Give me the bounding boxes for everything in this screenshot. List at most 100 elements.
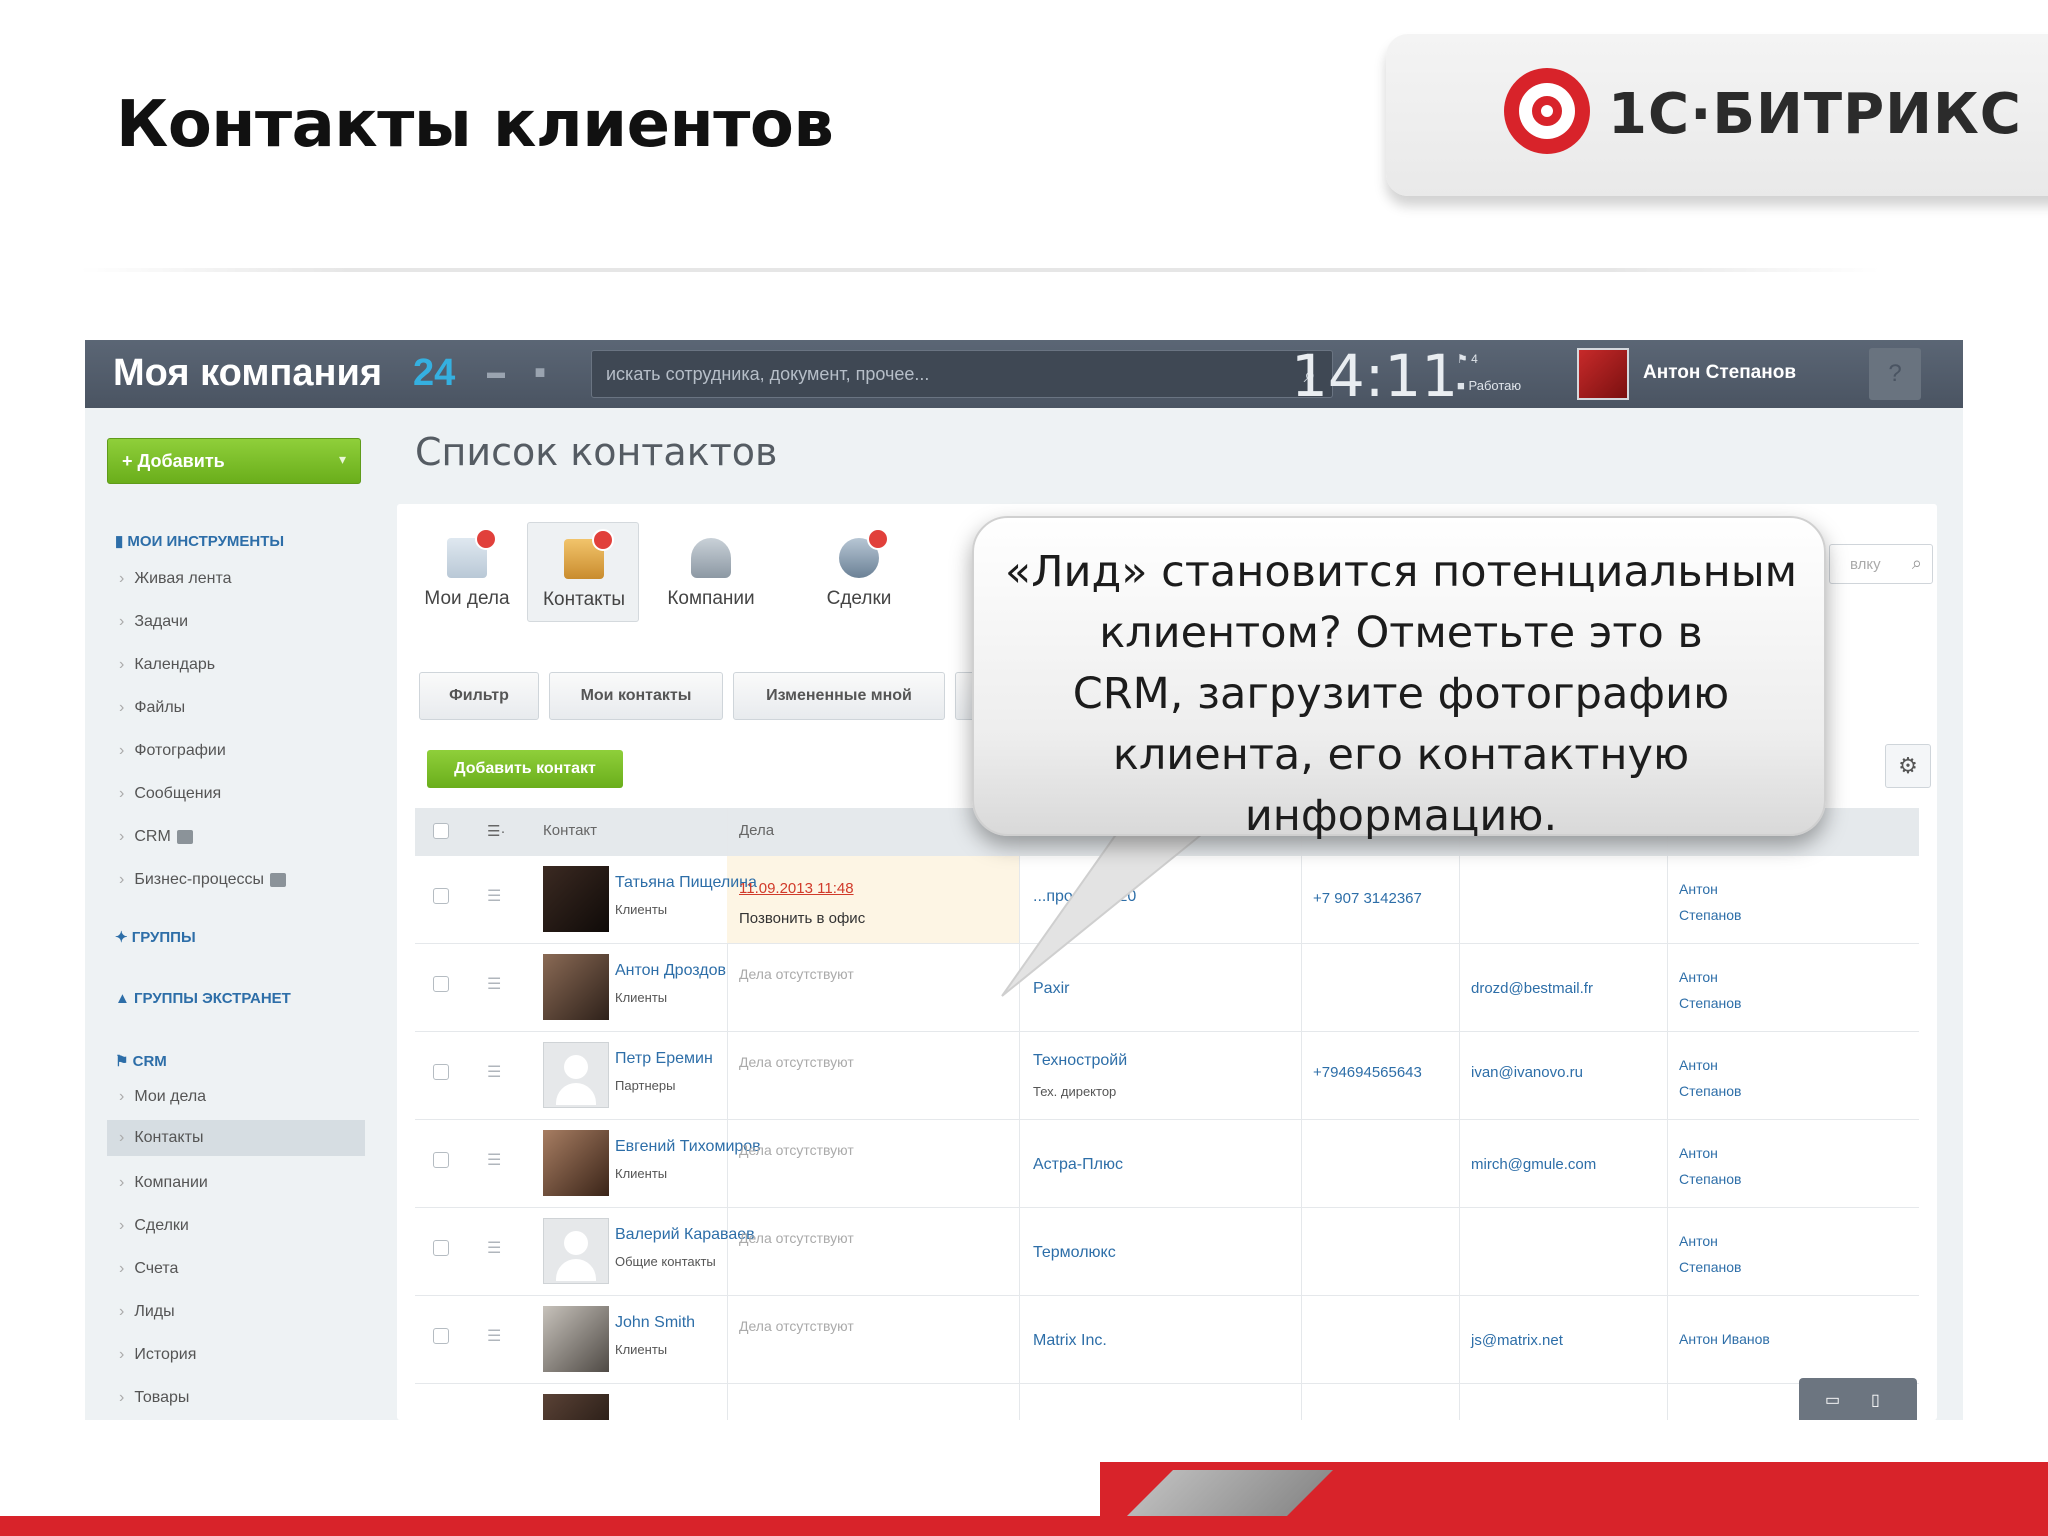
sidebar-item-crm[interactable]: CRM	[119, 828, 193, 846]
company-link[interactable]: Matrix Inc.	[1033, 1332, 1107, 1350]
column-deals[interactable]: Дела	[739, 822, 774, 839]
contact-photo[interactable]	[543, 1306, 609, 1372]
contact-name[interactable]: John Smith	[615, 1314, 695, 1332]
tile-my-tasks[interactable]: Мои дела	[411, 522, 523, 622]
avatar[interactable]	[1577, 348, 1629, 400]
contact-photo-placeholder[interactable]	[543, 1218, 609, 1284]
brand-name[interactable]: Моя компания	[113, 352, 382, 395]
row-menu-icon[interactable]: ☰	[487, 886, 501, 906]
responsible[interactable]: Антон Степанов	[1679, 876, 1741, 928]
sidebar-item-bizproc[interactable]: Бизнес-процессы	[119, 871, 287, 889]
row-checkbox[interactable]	[433, 1064, 449, 1080]
contact-photo-placeholder[interactable]	[543, 1042, 609, 1108]
sidebar-item-my-tasks[interactable]: Мои дела	[119, 1088, 206, 1106]
email[interactable]: drozd@bestmail.fr	[1471, 980, 1593, 997]
row-menu-icon[interactable]: ☰	[487, 1150, 501, 1170]
user-name[interactable]: Антон Степанов	[1643, 362, 1796, 384]
my-contacts-button[interactable]: Мои контакты	[549, 672, 723, 720]
work-status[interactable]: ⚑ 4 ■ Работаю	[1457, 350, 1537, 400]
filter-button[interactable]: Фильтр	[419, 672, 539, 720]
section-crm[interactable]: ⚑ CRM	[115, 1052, 167, 1070]
row-menu-icon[interactable]: ☰	[487, 1238, 501, 1258]
contact-photo[interactable]	[543, 1394, 609, 1420]
chat-icon[interactable]: ▭	[1825, 1390, 1840, 1410]
email[interactable]: mirch@gmule.com	[1471, 1156, 1596, 1173]
phone-icon[interactable]: ▯	[1871, 1390, 1880, 1410]
add-button[interactable]: + Добавить ▾	[107, 438, 361, 484]
sidebar-item-companies[interactable]: Компании	[119, 1174, 208, 1192]
sidebar-item-products[interactable]: Товары	[119, 1389, 189, 1407]
add-contact-button[interactable]: Добавить контакт	[427, 750, 623, 788]
contact-photo[interactable]	[543, 954, 609, 1020]
row-checkbox[interactable]	[433, 888, 449, 904]
contact-photo[interactable]	[543, 866, 609, 932]
phone[interactable]: +794694565643	[1313, 1064, 1422, 1081]
select-all-checkbox[interactable]	[433, 823, 449, 839]
responsible[interactable]: Антон Степанов	[1679, 964, 1741, 1016]
search-icon[interactable]: ⌕	[1912, 553, 1922, 574]
menu-icon[interactable]: ▬	[485, 362, 507, 382]
responsible[interactable]: Антон Степанов	[1679, 1052, 1741, 1104]
column-contact[interactable]: Контакт	[543, 822, 597, 839]
sidebar-item-contacts[interactable]: Контакты	[107, 1120, 365, 1156]
row-menu-icon[interactable]: ☰	[487, 1326, 501, 1346]
sidebar-item-messages[interactable]: Сообщения	[119, 785, 221, 803]
row-checkbox[interactable]	[433, 1240, 449, 1256]
add-button-label: + Добавить	[122, 451, 225, 471]
company-link[interactable]: Термолюкс	[1033, 1244, 1116, 1262]
contact-name[interactable]: Татьяна Пищелина	[615, 874, 757, 892]
deal-task[interactable]: Позвонить в офис	[739, 910, 865, 927]
tile-deals[interactable]: Сделки	[803, 522, 915, 622]
chat-icon[interactable]: ■	[529, 362, 551, 382]
column-menu-icon[interactable]: ☰·	[487, 822, 505, 840]
sidebar-item-files[interactable]: Файлы	[119, 699, 185, 717]
contact-name[interactable]: Антон Дроздов	[615, 962, 726, 980]
email[interactable]: js@matrix.net	[1471, 1332, 1563, 1349]
chevron-down-icon: ▾	[338, 451, 346, 467]
row-menu-icon[interactable]: ☰	[487, 974, 501, 994]
tile-companies[interactable]: Компании	[655, 522, 767, 622]
deal-date[interactable]: 11.09.2013 11:48	[739, 880, 854, 897]
table-row[interactable]	[415, 1384, 1919, 1420]
sidebar-item-deals[interactable]: Сделки	[119, 1217, 189, 1235]
table-row[interactable]: ☰ Валерий Караваев Общие контакты Дела о…	[415, 1208, 1919, 1296]
sidebar-item-photos[interactable]: Фотографии	[119, 742, 225, 760]
sidebar-item-calendar[interactable]: Календарь	[119, 656, 215, 674]
changed-by-me-button[interactable]: Измененные мной	[733, 672, 945, 720]
contact-search-input[interactable]: влку ⌕	[1829, 544, 1933, 584]
email[interactable]: ivan@ivanovo.ru	[1471, 1064, 1583, 1081]
sidebar-item-feed[interactable]: Живая лента	[119, 570, 231, 588]
row-checkbox[interactable]	[433, 976, 449, 992]
section-groups[interactable]: ✦ ГРУППЫ	[115, 928, 196, 946]
counter-badge	[176, 829, 193, 844]
row-menu-icon[interactable]: ☰	[487, 1062, 501, 1082]
gear-icon[interactable]: ⚙	[1885, 744, 1931, 788]
responsible[interactable]: Антон Иванов	[1679, 1326, 1770, 1352]
sidebar-item-history[interactable]: История	[119, 1346, 196, 1364]
chat-dock[interactable]: ▭ ▯	[1799, 1378, 1917, 1420]
contact-name[interactable]: Петр Еремин	[615, 1050, 713, 1068]
section-my-tools[interactable]: ▮ МОИ ИНСТРУМЕНТЫ	[115, 532, 284, 550]
tile-label: Компании	[667, 588, 755, 609]
table-row[interactable]: ☰ Евгений Тихомиров Клиенты Дела отсутст…	[415, 1120, 1919, 1208]
company-link[interactable]: Астра-Плюс	[1033, 1156, 1123, 1174]
row-checkbox[interactable]	[433, 1152, 449, 1168]
sidebar-item-invoices[interactable]: Счета	[119, 1260, 178, 1278]
contact-photo[interactable]	[543, 1130, 609, 1196]
phone[interactable]: +7 907 3142367	[1313, 890, 1422, 907]
responsible[interactable]: Антон Степанов	[1679, 1140, 1741, 1192]
contact-name[interactable]: Валерий Караваев	[615, 1226, 755, 1244]
sidebar-item-tasks[interactable]: Задачи	[119, 613, 188, 631]
section-extranet[interactable]: ▲ ГРУППЫ ЭКСТРАНЕТ	[115, 990, 291, 1007]
row-checkbox[interactable]	[433, 1328, 449, 1344]
search-input[interactable]: искать сотрудника, документ, прочее... ⌕	[591, 350, 1333, 398]
sidebar-item-leads[interactable]: Лиды	[119, 1303, 174, 1321]
tile-contacts[interactable]: Контакты	[527, 522, 639, 622]
no-deals-text: Дела отсутствуют	[739, 1054, 854, 1070]
responsible[interactable]: Антон Степанов	[1679, 1228, 1741, 1280]
help-button[interactable]: ?	[1869, 348, 1921, 400]
table-row[interactable]: ☰ John Smith Клиенты Дела отсутствуют Ma…	[415, 1296, 1919, 1384]
clock[interactable]: 14:11	[1291, 342, 1458, 410]
table-row[interactable]: ☰ Петр Еремин Партнеры Дела отсутствуют …	[415, 1032, 1919, 1120]
company-link[interactable]: Техностройй	[1033, 1052, 1127, 1070]
